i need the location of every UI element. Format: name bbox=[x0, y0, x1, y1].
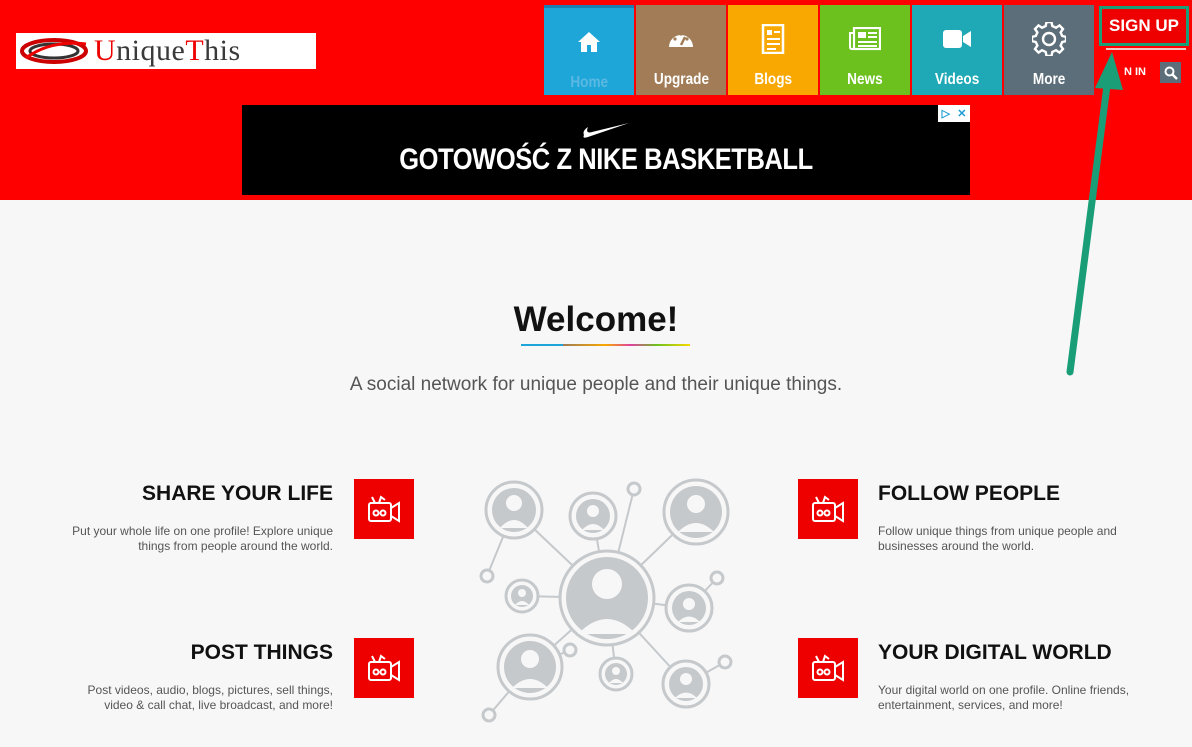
ad-text: GOTOWOŚĆ Z NIKE BASKETBALL bbox=[399, 143, 813, 176]
feature-description: Post videos, audio, blogs, pictures, sel… bbox=[87, 683, 333, 712]
header: UniqueThis Home Upgrade Blogs News Video… bbox=[0, 0, 1192, 200]
nav-news[interactable]: News bbox=[820, 5, 910, 95]
feature-title: YOUR DIGITAL WORLD bbox=[878, 641, 1112, 664]
sign-up-button[interactable]: SIGN UP bbox=[1099, 6, 1189, 46]
speedometer-icon bbox=[669, 32, 693, 47]
nav-home-label: Home bbox=[570, 74, 608, 91]
ad-banner[interactable]: GOTOWOŚĆ Z NIKE BASKETBALL ▷ ✕ bbox=[242, 105, 970, 195]
ad-choices-icon[interactable]: ▷ ✕ bbox=[938, 105, 970, 122]
nav-videos[interactable]: Videos bbox=[912, 5, 1002, 95]
feature-post-things: POST THINGS Post videos, audio, blogs, p… bbox=[60, 641, 333, 713]
logo-text: UniqueThis bbox=[94, 34, 241, 67]
camera-film-icon bbox=[812, 495, 844, 523]
nav-more-label: More bbox=[1032, 71, 1066, 88]
camera-film-icon bbox=[368, 654, 400, 682]
video-camera-icon bbox=[943, 30, 971, 48]
search-button[interactable] bbox=[1160, 62, 1181, 83]
feature-follow-people: FOLLOW PEOPLE Follow unique things from … bbox=[878, 482, 1158, 554]
follow-feature-icon bbox=[798, 479, 858, 539]
welcome-heading: Welcome! bbox=[513, 300, 679, 339]
post-feature-icon bbox=[354, 638, 414, 698]
nav-upgrade[interactable]: Upgrade bbox=[636, 5, 726, 95]
welcome-underline bbox=[521, 344, 690, 346]
camera-film-icon bbox=[368, 495, 400, 523]
feature-share-your-life: SHARE YOUR LIFE Put your whole life on o… bbox=[60, 482, 333, 554]
page: UniqueThis Home Upgrade Blogs News Video… bbox=[0, 0, 1192, 747]
nav-blogs-label: Blogs bbox=[754, 71, 792, 88]
social-network-illustration bbox=[479, 478, 733, 723]
nav-blogs[interactable]: Blogs bbox=[728, 5, 818, 95]
sign-in-link[interactable]: N IN bbox=[1124, 66, 1146, 78]
search-icon bbox=[1164, 66, 1178, 80]
camera-film-icon bbox=[812, 654, 844, 682]
newspaper-icon bbox=[849, 27, 881, 51]
tagline: A social network for unique people and t… bbox=[349, 374, 843, 395]
feature-title: POST THINGS bbox=[190, 641, 333, 664]
nav-more[interactable]: More bbox=[1004, 5, 1094, 95]
nike-swoosh-icon bbox=[583, 123, 629, 138]
feature-description: Your digital world on one profile. Onlin… bbox=[878, 683, 1130, 712]
nav-news-label: News bbox=[847, 71, 883, 88]
gear-icon bbox=[1032, 22, 1066, 56]
main-nav: Home Upgrade Blogs News Videos More bbox=[544, 5, 1096, 95]
feature-title: FOLLOW PEOPLE bbox=[878, 482, 1060, 505]
home-icon bbox=[578, 32, 600, 52]
feature-digital-world: YOUR DIGITAL WORLD Your digital world on… bbox=[878, 641, 1158, 713]
document-icon bbox=[761, 24, 785, 54]
nav-upgrade-label: Upgrade bbox=[653, 71, 709, 88]
site-logo[interactable]: UniqueThis bbox=[16, 33, 316, 69]
feature-description: Put your whole life on one profile! Expl… bbox=[72, 524, 333, 553]
nav-videos-label: Videos bbox=[934, 71, 980, 88]
nav-home[interactable]: Home bbox=[544, 5, 634, 95]
digital-feature-icon bbox=[798, 638, 858, 698]
share-feature-icon bbox=[354, 479, 414, 539]
logo-swoosh-icon bbox=[20, 38, 88, 64]
sign-up-underline bbox=[1106, 48, 1186, 50]
feature-description: Follow unique things from unique people … bbox=[878, 524, 1117, 553]
feature-title: SHARE YOUR LIFE bbox=[142, 482, 333, 505]
